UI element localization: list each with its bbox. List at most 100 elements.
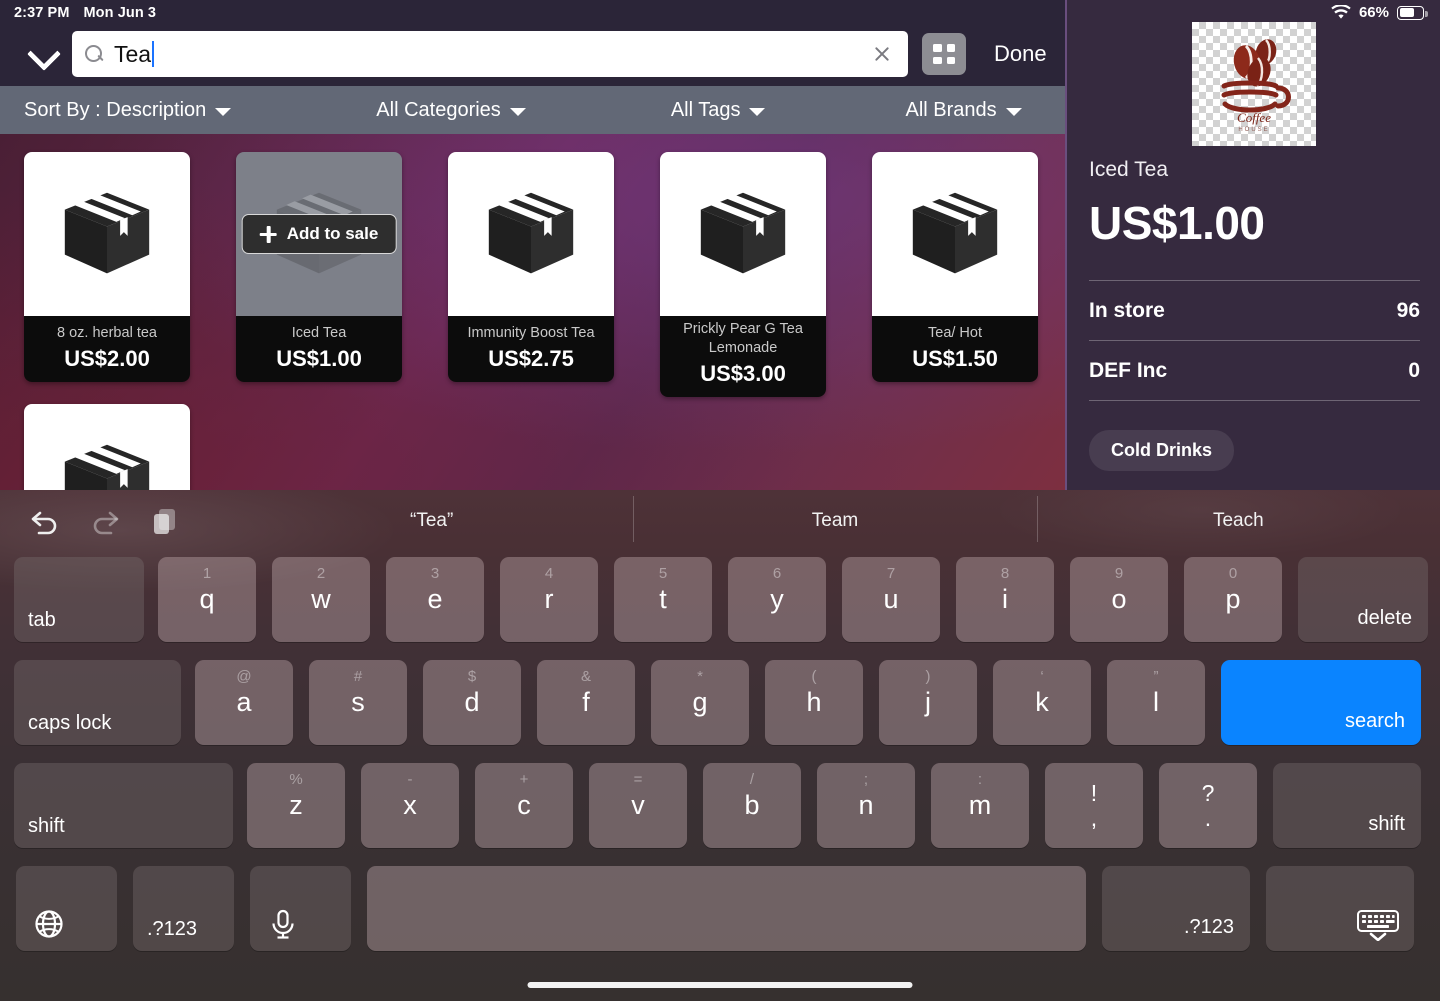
brands-dropdown[interactable]: All Brands [905, 98, 1022, 122]
key-shift-right[interactable]: shift [1273, 763, 1421, 848]
undo-icon[interactable] [28, 504, 62, 538]
tags-dropdown[interactable]: All Tags [671, 99, 766, 122]
key-i[interactable]: 8 i [956, 557, 1054, 642]
categories-dropdown[interactable]: All Categories [376, 99, 526, 122]
key-j[interactable]: ) j [879, 660, 977, 745]
key-g[interactable]: * g [651, 660, 749, 745]
brands-label: All Brands [905, 98, 997, 121]
suggestion-2[interactable]: Teach [1036, 496, 1440, 542]
key-a[interactable]: @ a [195, 660, 293, 745]
detail-product-price: US$1.00 [1089, 197, 1265, 249]
key-microphone[interactable] [250, 866, 351, 951]
key-hint: ” [1153, 668, 1159, 685]
key-label: w [311, 584, 331, 614]
done-button[interactable]: Done [988, 35, 1053, 73]
suggestion-1[interactable]: Team [633, 496, 1036, 542]
key-s[interactable]: # s [309, 660, 407, 745]
key-u[interactable]: 7 u [842, 557, 940, 642]
key-k[interactable]: ‘ k [993, 660, 1091, 745]
key-tab[interactable]: tab [14, 557, 144, 642]
status-bar-right: 66% [1331, 4, 1428, 21]
key-exclamation-comma[interactable]: ! , [1045, 763, 1143, 848]
key-b[interactable]: / b [703, 763, 801, 848]
key-numbers-right[interactable]: .?123 [1102, 866, 1250, 951]
key-q[interactable]: 1 q [158, 557, 256, 642]
plus-icon [259, 225, 277, 243]
key-delete[interactable]: delete [1298, 557, 1428, 642]
key-label: tab [28, 609, 56, 631]
logo-text-sub: HOUSE [1238, 127, 1269, 133]
key-stack: ! , [1090, 779, 1098, 830]
key-r[interactable]: 4 r [500, 557, 598, 642]
product-thumbnail [24, 404, 190, 490]
key-space[interactable] [367, 866, 1086, 951]
key-l[interactable]: ” l [1107, 660, 1205, 745]
key-label: .?123 [147, 918, 198, 940]
key-o[interactable]: 9 o [1070, 557, 1168, 642]
product-card[interactable]: Immunity Boost Tea US$2.75 [448, 152, 614, 382]
key-globe[interactable] [16, 866, 117, 951]
key-w[interactable]: 2 w [272, 557, 370, 642]
key-dismiss-keyboard[interactable] [1266, 866, 1414, 951]
product-card-selected[interactable]: Add to sale Iced Tea US$1.00 [236, 152, 402, 382]
sort-by-dropdown[interactable]: Sort By : Description [24, 99, 232, 122]
key-search-return[interactable]: search [1221, 660, 1421, 745]
key-e[interactable]: 3 e [386, 557, 484, 642]
key-question-period[interactable]: ? . [1159, 763, 1257, 848]
product-card[interactable]: Prickly Pear G Tea Lemonade US$3.00 [660, 152, 826, 397]
home-indicator[interactable] [527, 982, 913, 988]
key-label-top: ? [1201, 779, 1215, 806]
clear-search-icon[interactable] [868, 40, 896, 68]
collapse-panel-button[interactable] [14, 23, 72, 81]
key-d[interactable]: $ d [423, 660, 521, 745]
dismiss-keyboard-icon [1356, 909, 1399, 942]
key-hint: ) [925, 668, 931, 685]
key-h[interactable]: ( h [765, 660, 863, 745]
key-t[interactable]: 5 t [614, 557, 712, 642]
key-label: t [659, 584, 667, 614]
product-search-panel: 2:37 PM Mon Jun 3 Tea Done Sort By: Des… [0, 0, 1065, 490]
key-m[interactable]: : m [931, 763, 1029, 848]
key-label: m [968, 790, 992, 820]
redo-icon[interactable] [88, 504, 122, 538]
key-x[interactable]: - x [361, 763, 459, 848]
key-n[interactable]: ; n [817, 763, 915, 848]
package-box-icon [64, 192, 150, 274]
key-numbers-left[interactable]: .?123 [133, 866, 234, 951]
add-to-sale-button[interactable]: Add to sale [241, 214, 397, 254]
globe-icon [32, 907, 66, 941]
key-v[interactable]: = v [589, 763, 687, 848]
key-label: x [403, 790, 417, 820]
key-label: k [1035, 687, 1049, 717]
battery-fill [1399, 8, 1415, 17]
key-hint: 9 [1114, 565, 1124, 582]
paste-icon[interactable] [148, 504, 182, 538]
key-shift-left[interactable]: shift [14, 763, 233, 848]
key-label-top: ! [1090, 779, 1098, 806]
categories-label: All Categories [376, 98, 501, 121]
key-z[interactable]: % z [247, 763, 345, 848]
product-meta: Tea/ Hot US$1.50 [872, 316, 1038, 382]
key-hint: 0 [1228, 565, 1238, 582]
key-y[interactable]: 6 y [728, 557, 826, 642]
product-card[interactable]: 8 oz. herbal tea US$2.00 [24, 152, 190, 382]
product-card[interactable]: Tea/ Hot US$1.50 [872, 152, 1038, 382]
key-hint: = [633, 771, 643, 788]
key-label: p [1225, 584, 1241, 614]
product-meta: Immunity Boost Tea US$2.75 [448, 316, 614, 382]
key-hint: 7 [886, 565, 896, 582]
search-field[interactable]: Tea [72, 31, 908, 77]
product-price: US$2.75 [488, 346, 574, 371]
wifi-icon [1331, 5, 1351, 19]
grid-view-icon[interactable] [922, 33, 966, 75]
key-label: shift [28, 815, 65, 837]
key-p[interactable]: 0 p [1184, 557, 1282, 642]
search-input-value[interactable]: Tea [114, 41, 868, 68]
key-c[interactable]: + c [475, 763, 573, 848]
suggestion-0[interactable]: “Tea” [230, 510, 633, 532]
tag-chip-cold-drinks[interactable]: Cold Drinks [1089, 430, 1235, 471]
key-f[interactable]: & f [537, 660, 635, 745]
key-label: g [692, 687, 708, 717]
key-caps-lock[interactable]: caps lock [14, 660, 181, 745]
product-card-partial[interactable] [24, 404, 190, 490]
